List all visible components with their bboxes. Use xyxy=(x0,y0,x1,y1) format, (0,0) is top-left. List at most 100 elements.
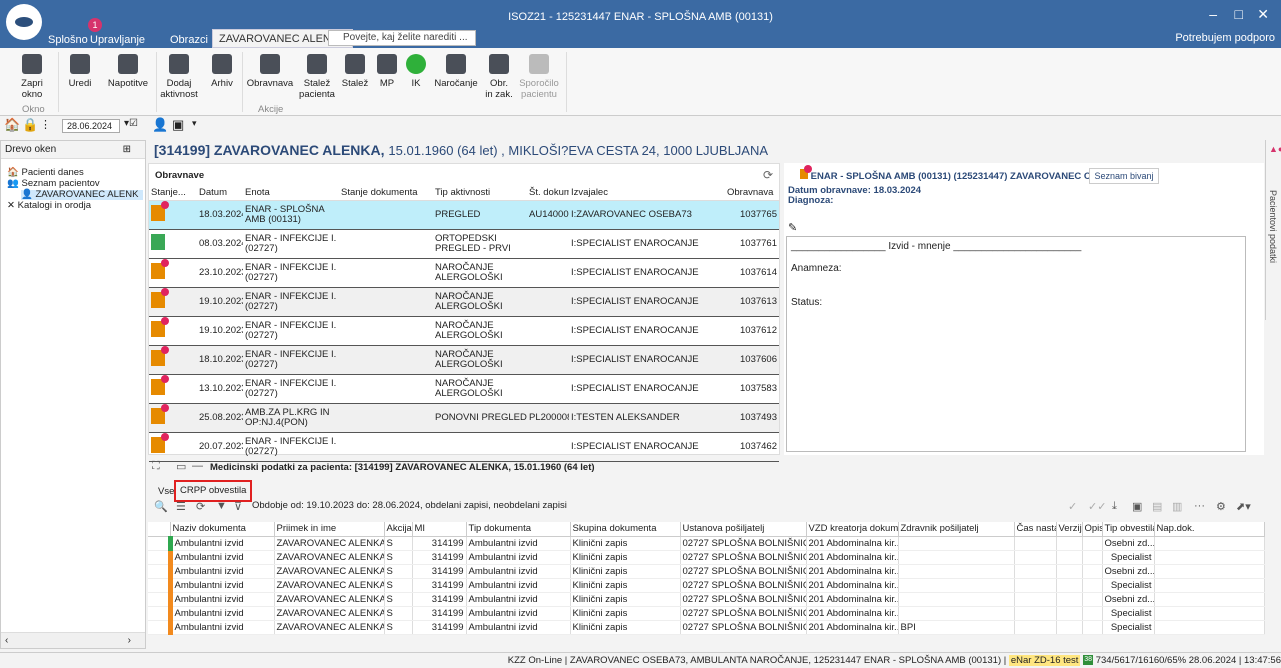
message-patient-button[interactable]: Sporočilo pacientu xyxy=(518,52,560,100)
filter-icon[interactable]: ▼ xyxy=(216,500,227,512)
col-header[interactable]: Stanje... xyxy=(149,186,197,201)
col-header[interactable]: Akcija xyxy=(384,522,413,537)
open-icon[interactable]: ▣ xyxy=(1132,500,1142,513)
menu-upravljanje[interactable]: Upravljanje xyxy=(84,32,151,48)
search-icon[interactable]: 🔍 xyxy=(154,500,168,513)
tree-item-katalogi[interactable]: ✕ Katalogi in orodja xyxy=(7,201,91,211)
clear-filter-icon[interactable]: ⊽ xyxy=(234,500,242,513)
doc-icon[interactable]: ▤ xyxy=(1152,500,1162,513)
tree-item-seznam-pacientov[interactable]: 👥 Seznam pacientov xyxy=(7,179,100,189)
minimize-icon[interactable]: – xyxy=(1209,6,1217,22)
maximize-icon[interactable]: □ xyxy=(1235,6,1243,22)
table-row[interactable]: 18.03.2024 ENAR - SPLOŠNA AMB (00131) PREG… xyxy=(149,200,779,230)
report-editor[interactable]: _________________ Izvid - mnenje _______… xyxy=(786,236,1246,452)
forms-button[interactable]: Obr. in zak. xyxy=(482,52,516,100)
more-icon[interactable]: ⋮ xyxy=(40,118,51,131)
export-icon[interactable]: ⬈▾ xyxy=(1236,500,1251,513)
list-icon[interactable]: ☰ xyxy=(176,500,186,513)
table-row[interactable]: 25.08.2023 AMB.ZA PL.KRG IN OP:NJ.4(PON) P… xyxy=(149,403,779,433)
refresh-icon[interactable]: ⟳ xyxy=(196,500,205,513)
table-row[interactable]: Ambulantni izvid ZAVAROVANEC ALENKA S 31419… xyxy=(148,536,1265,551)
col-header[interactable]: Št. dokum. xyxy=(527,186,569,201)
close-window-button[interactable]: Zapri okno xyxy=(14,52,50,100)
add-activity-button[interactable]: Dodaj aktivnost xyxy=(158,52,200,100)
more-icon[interactable]: ··· xyxy=(1194,500,1205,512)
table-row[interactable]: 23.10.2023 ENAR - INFEKCIJE I. (02727) NAR… xyxy=(149,258,779,288)
col-header[interactable]: Tip aktivnosti xyxy=(433,186,527,201)
table-row[interactable]: Ambulantni izvid ZAVAROVANEC ALENKA S 31419… xyxy=(148,564,1265,579)
table-row[interactable]: 13.10.2023 ENAR - INFEKCIJE I. (02727) NAR… xyxy=(149,374,779,404)
menu-obrazci[interactable]: Obrazci xyxy=(164,32,214,48)
col-header[interactable]: Nap.dok. xyxy=(1154,522,1265,537)
patient-icon[interactable]: 👤 xyxy=(152,117,168,133)
pin-icon[interactable]: ⊞ xyxy=(123,141,131,159)
minimize-panel-icon[interactable]: — xyxy=(192,460,203,472)
pencil-icon[interactable]: ✎ xyxy=(788,221,797,234)
close-icon[interactable]: ✕ xyxy=(1257,6,1269,23)
col-header[interactable]: Opis do xyxy=(1082,522,1103,537)
col-header[interactable]: Skupina dokumenta xyxy=(570,522,681,537)
treatment-small-icon[interactable]: ▣ xyxy=(172,117,184,133)
date-picker[interactable]: 28.06.2024 xyxy=(62,119,120,133)
archive-button[interactable]: Arhiv xyxy=(204,52,240,89)
tree-item-pacienti-danes[interactable]: 🏠 Pacienti danes xyxy=(7,168,84,178)
treatment-button[interactable]: Obravnava xyxy=(246,52,294,89)
col-header[interactable]: Tip obvestila xyxy=(1102,522,1155,537)
tab-crpp-obvestila[interactable]: CRPP obvestila xyxy=(174,480,253,502)
col-header[interactable]: MI xyxy=(412,522,467,537)
table-row[interactable]: 20.07.2023 ENAR - INFEKCIJE I. (02727) I:S… xyxy=(149,432,779,462)
table-row[interactable]: 18.10.2023 ENAR - INFEKCIJE I. (02727) NAR… xyxy=(149,345,779,375)
lock-icon[interactable]: 🔒 xyxy=(22,117,38,133)
tell-me-input[interactable]: Povejte, kaj želite narediti ... xyxy=(328,30,476,46)
edit-button[interactable]: Uredi xyxy=(60,52,100,89)
col-header[interactable]: Tip dokumenta xyxy=(466,522,571,537)
ik-button[interactable]: IK xyxy=(402,52,430,89)
double-check-icon[interactable]: ✓✓ xyxy=(1088,500,1106,513)
col-header[interactable]: Stanje dokumenta xyxy=(339,186,433,201)
tab-vse[interactable]: Vse xyxy=(158,484,174,500)
table-row[interactable]: Ambulantni izvid ZAVAROVANEC ALENKA S 31419… xyxy=(148,592,1265,607)
sick-leave-button[interactable]: Stalež xyxy=(338,52,372,89)
restore-icon[interactable]: ▭ xyxy=(176,460,186,473)
download-icon[interactable]: ⤓ xyxy=(1112,500,1117,513)
table-row[interactable]: Ambulantni izvid ZAVAROVANEC ALENKA S 31419… xyxy=(148,550,1265,565)
table-row[interactable]: 19.10.2023 ENAR - INFEKCIJE I. (02727) NAR… xyxy=(149,287,779,317)
col-header[interactable]: Čas nastan xyxy=(1014,522,1057,537)
cell: 201 Abdominalna kir... xyxy=(806,536,899,551)
col-header[interactable]: Ustanova pošiljatelj xyxy=(680,522,807,537)
col-header[interactable]: Enota xyxy=(243,186,339,201)
col-header[interactable]: Zdravnik pošiljatelj xyxy=(898,522,1015,537)
stay-list-button[interactable]: Seznam bivanj xyxy=(1089,168,1159,184)
col-header[interactable]: Datum xyxy=(197,186,243,201)
expand-icon[interactable]: ⛶ xyxy=(152,460,160,473)
col-header[interactable]: Izvajalec xyxy=(569,186,725,201)
calendar-icon[interactable]: ▾☑ xyxy=(124,118,138,129)
refresh-icon[interactable]: ⟳ xyxy=(763,168,773,182)
copy-icon[interactable]: ▥ xyxy=(1172,500,1182,513)
home-icon[interactable]: 🏠 xyxy=(4,117,20,133)
help-link[interactable]: Potrebujem podporo xyxy=(1175,32,1275,44)
table-row[interactable]: 19.10.2023 ENAR - INFEKCIJE I. (02727) NAR… xyxy=(149,316,779,346)
col-header[interactable]: VZD kreatorja dokume xyxy=(806,522,899,537)
mp-button[interactable]: MP xyxy=(374,52,400,89)
table-row[interactable]: Ambulantni izvid ZAVAROVANEC ALENKA S 31419… xyxy=(148,620,1265,635)
table-row[interactable]: 08.03.2024 ENAR - INFEKCIJE I. (02727) ORT… xyxy=(149,229,779,259)
tree-item-patient[interactable]: 👤 ZAVAROVANEC ALENK xyxy=(21,190,143,200)
table-row[interactable]: Ambulantni izvid ZAVAROVANEC ALENKA S 31419… xyxy=(148,578,1265,593)
ordering-button[interactable]: Naročanje xyxy=(434,52,478,89)
table-row[interactable]: Ambulantni izvid ZAVAROVANEC ALENKA S 31419… xyxy=(148,606,1265,621)
check-icon[interactable]: ✓ xyxy=(1068,500,1077,513)
dropdown-icon[interactable]: ▾ xyxy=(192,118,197,129)
patient-data-sidetab[interactable]: ▲●■ Pacientovi podatki xyxy=(1265,140,1281,320)
row-selector-header[interactable] xyxy=(148,522,171,537)
status-icon xyxy=(151,234,165,250)
col-header[interactable]: Verzija d xyxy=(1056,522,1083,537)
sick-leave-patient-button[interactable]: Stalež pacienta xyxy=(298,52,336,100)
col-header[interactable]: Obravnava xyxy=(725,186,779,201)
col-header[interactable]: Naziv dokumenta xyxy=(170,522,275,537)
tree-horizontal-scrollbar[interactable]: ‹ › xyxy=(1,632,145,648)
referral-button[interactable]: Napotitve xyxy=(104,52,152,89)
settings-icon[interactable]: ⚙ xyxy=(1216,500,1226,513)
cell-exec: I:TESTEN ALEKSANDER xyxy=(569,403,725,433)
col-header[interactable]: Priimek in ime xyxy=(274,522,385,537)
